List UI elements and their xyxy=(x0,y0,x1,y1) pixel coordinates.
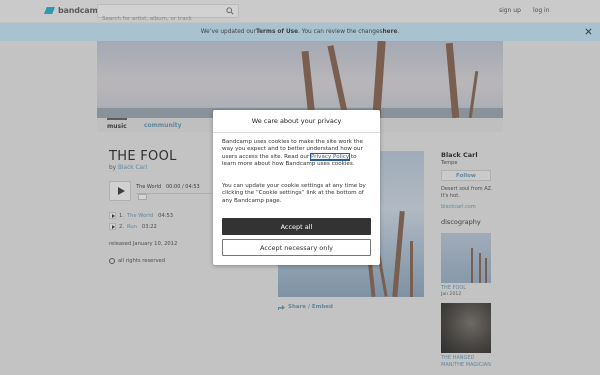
privacy-policy-link[interactable]: Privacy Policy xyxy=(310,152,351,161)
accept-all-button[interactable]: Accept all xyxy=(222,218,371,235)
accept-necessary-button[interactable]: Accept necessary only xyxy=(222,239,371,256)
cookie-paragraph-2: You can update your cookie settings at a… xyxy=(222,183,366,204)
cookie-paragraph-1: Bandcamp uses cookies to make the site w… xyxy=(222,139,372,169)
dialog-title: We care about your privacy xyxy=(213,110,380,133)
cookie-consent-dialog: We care about your privacy Bandcamp uses… xyxy=(213,110,380,265)
